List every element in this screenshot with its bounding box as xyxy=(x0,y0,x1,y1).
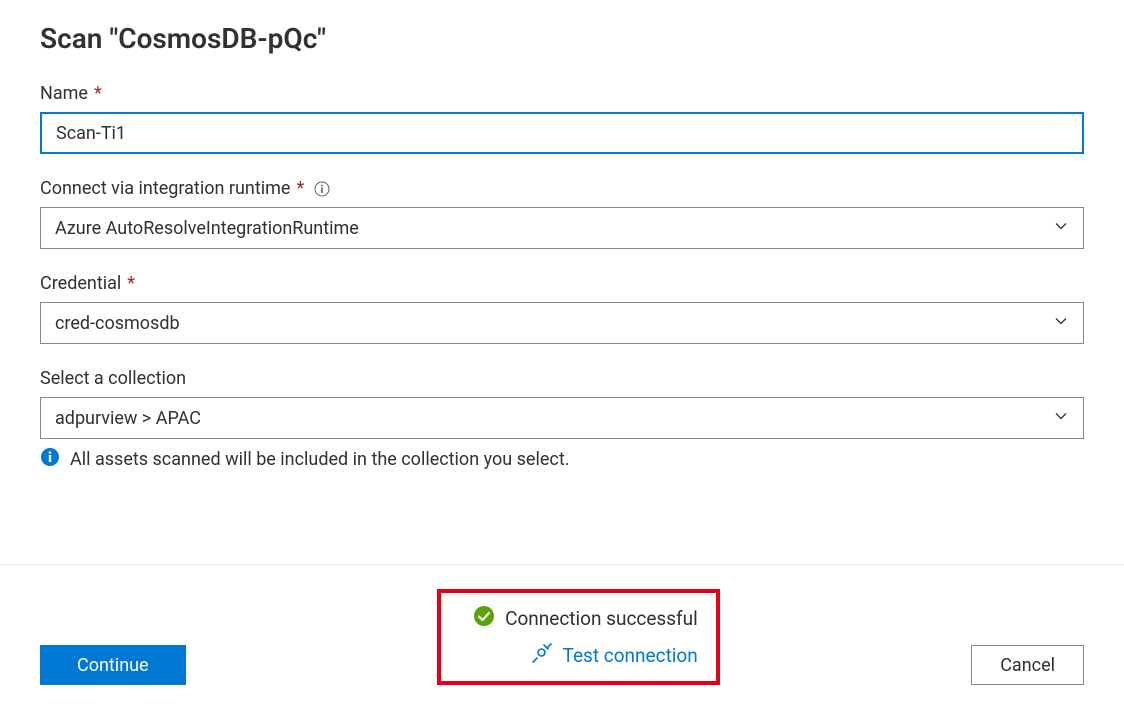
runtime-label-text: Connect via integration runtime xyxy=(40,178,290,199)
collection-value: adpurview > APAC xyxy=(55,408,201,429)
chevron-down-icon xyxy=(1053,313,1069,333)
footer: Continue Connection successful Test con xyxy=(40,589,1084,685)
plug-icon xyxy=(531,642,553,669)
test-connection-link[interactable]: Test connection xyxy=(531,642,698,669)
page-title: Scan "CosmosDB-pQc" xyxy=(40,22,1084,55)
chevron-down-icon xyxy=(1053,218,1069,238)
required-asterisk: * xyxy=(296,178,304,199)
connection-status-box: Connection successful Test connection xyxy=(437,589,720,685)
credential-value: cred-cosmosdb xyxy=(55,313,180,334)
required-asterisk: * xyxy=(94,83,102,104)
credential-label: Credential * xyxy=(40,273,1084,294)
collection-dropdown[interactable]: adpurview > APAC xyxy=(40,397,1084,439)
info-icon[interactable] xyxy=(314,181,330,197)
collection-helper: All assets scanned will be included in t… xyxy=(40,447,1084,471)
cancel-button[interactable]: Cancel xyxy=(971,645,1084,685)
collection-label-text: Select a collection xyxy=(40,368,186,389)
credential-dropdown[interactable]: cred-cosmosdb xyxy=(40,302,1084,344)
collection-label: Select a collection xyxy=(40,368,1084,389)
required-asterisk: * xyxy=(127,273,135,294)
continue-button[interactable]: Continue xyxy=(40,645,186,685)
field-credential: Credential * cred-cosmosdb xyxy=(40,273,1084,344)
field-name: Name * xyxy=(40,83,1084,154)
chevron-down-icon xyxy=(1053,408,1069,428)
runtime-value: Azure AutoResolveIntegrationRuntime xyxy=(55,218,359,239)
runtime-label: Connect via integration runtime * xyxy=(40,178,1084,199)
success-check-icon xyxy=(473,605,495,632)
credential-label-text: Credential xyxy=(40,273,121,294)
test-connection-text: Test connection xyxy=(563,644,698,667)
connection-status-text: Connection successful xyxy=(505,607,698,630)
footer-divider xyxy=(0,564,1124,565)
name-label-text: Name xyxy=(40,83,88,104)
runtime-dropdown[interactable]: Azure AutoResolveIntegrationRuntime xyxy=(40,207,1084,249)
name-label: Name * xyxy=(40,83,1084,104)
footer-right: Cancel xyxy=(971,645,1084,685)
field-collection: Select a collection adpurview > APAC All… xyxy=(40,368,1084,471)
connection-status: Connection successful xyxy=(473,605,698,632)
collection-helper-text: All assets scanned will be included in t… xyxy=(70,449,569,470)
name-input[interactable] xyxy=(40,112,1084,154)
info-filled-icon xyxy=(40,447,60,471)
field-runtime: Connect via integration runtime * Azure … xyxy=(40,178,1084,249)
